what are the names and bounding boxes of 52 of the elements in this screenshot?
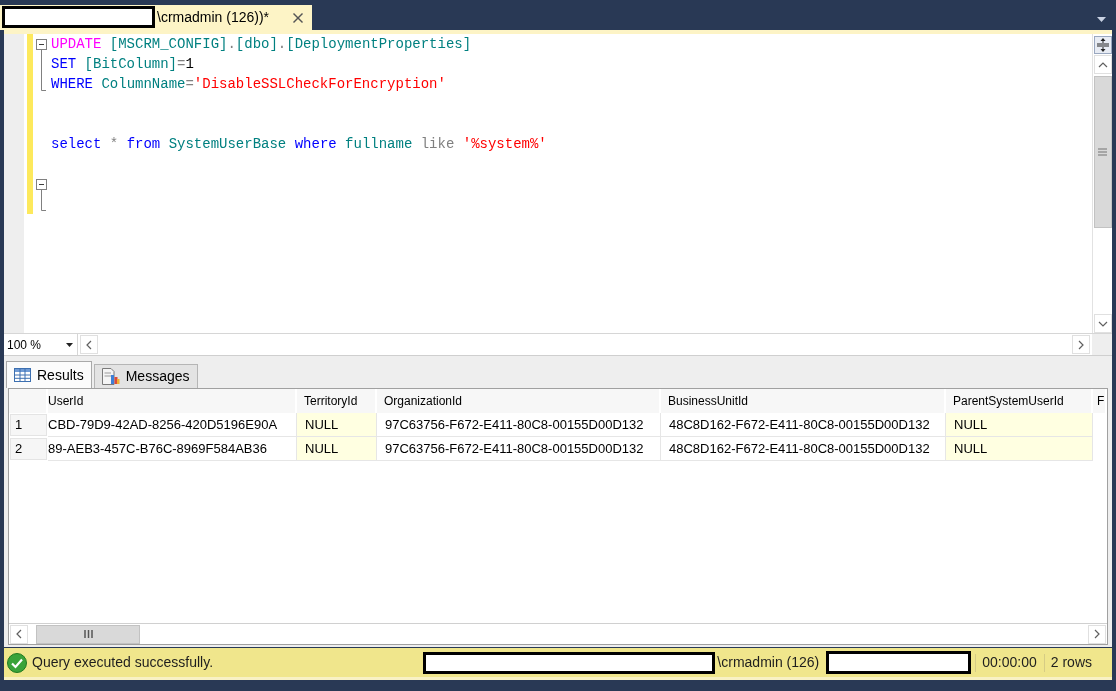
close-icon [293, 12, 303, 23]
table-icon [14, 368, 31, 382]
chevron-right-icon [1077, 339, 1085, 350]
collapse-icon[interactable] [35, 179, 47, 194]
document-icon [101, 368, 120, 385]
results-tab[interactable]: Messages [93, 364, 198, 388]
split-button[interactable] [1093, 36, 1112, 54]
close-button[interactable] [291, 10, 305, 25]
grip-icon [83, 630, 93, 638]
chevron-right-icon [1093, 629, 1101, 639]
table-cell: 97C63756-F672-E411-80C8-00155D00D132 [377, 413, 661, 437]
grip-icon [1098, 148, 1107, 156]
document-tab[interactable]: \crmadmin (126))* [0, 5, 312, 30]
table-cell: NULL [297, 437, 377, 461]
code-line: select * from SystemUserBase where fullname like '%system%' [51, 135, 547, 154]
table-cell: NULL [946, 437, 1093, 461]
chevron-left-icon [15, 629, 23, 639]
caret-down-icon [66, 342, 73, 347]
window-list-button[interactable] [1096, 16, 1106, 22]
scroll-left-button[interactable] [10, 624, 28, 644]
caret-down-icon [1096, 16, 1106, 22]
elapsed-time: 00:00:00 [982, 653, 1037, 672]
connection-text: \crmadmin (126) [717, 653, 820, 672]
split-icon [1096, 38, 1109, 52]
table-cell: 89-AEB3-457C-B76C-8969F584AB36 [48, 437, 297, 461]
table-cell: 48C8D162-F672-E411-80C8-00155D00D132 [661, 437, 946, 461]
scroll-right-button[interactable] [1088, 624, 1106, 644]
scrollbar-thumb[interactable] [1093, 76, 1112, 228]
zoom-dropdown[interactable]: 100 % [4, 334, 78, 355]
chevron-down-icon [1097, 319, 1108, 328]
code-line: SET [BitColumn]=1 [51, 55, 194, 74]
collapse-icon[interactable] [35, 39, 47, 54]
results-tab[interactable]: Results [6, 361, 92, 388]
row-number[interactable]: 1 [10, 414, 47, 436]
chevron-up-icon [1097, 60, 1108, 69]
chevron-left-icon [85, 339, 93, 350]
table-cell: 97C63756-F672-E411-80C8-00155D00D132 [377, 437, 661, 461]
scroll-left-button[interactable] [80, 335, 98, 354]
row-number[interactable]: 2 [10, 438, 47, 460]
row-count: 2 rows [1050, 653, 1092, 672]
column-header[interactable]: F [1093, 389, 1107, 413]
table-cell: 48C8D162-F672-E411-80C8-00155D00D132 [661, 413, 946, 437]
scroll-up-button[interactable] [1093, 55, 1112, 74]
table-cell: NULL [946, 413, 1093, 437]
table-cell: CBD-79D9-42AD-8256-420D5196E90A [48, 413, 297, 437]
code-line: UPDATE [MSCRM_CONFIG].[dbo].[DeploymentProperties] [51, 35, 472, 54]
scroll-right-button[interactable] [1072, 335, 1090, 354]
code-line: WHERE ColumnName='DisableSSLCheckForEncryption' [51, 75, 446, 94]
table-cell: NULL [297, 413, 377, 437]
scrollbar-thumb[interactable] [36, 624, 140, 644]
status-message: Query executed successfully. [32, 653, 214, 672]
scroll-down-button[interactable] [1093, 314, 1112, 333]
